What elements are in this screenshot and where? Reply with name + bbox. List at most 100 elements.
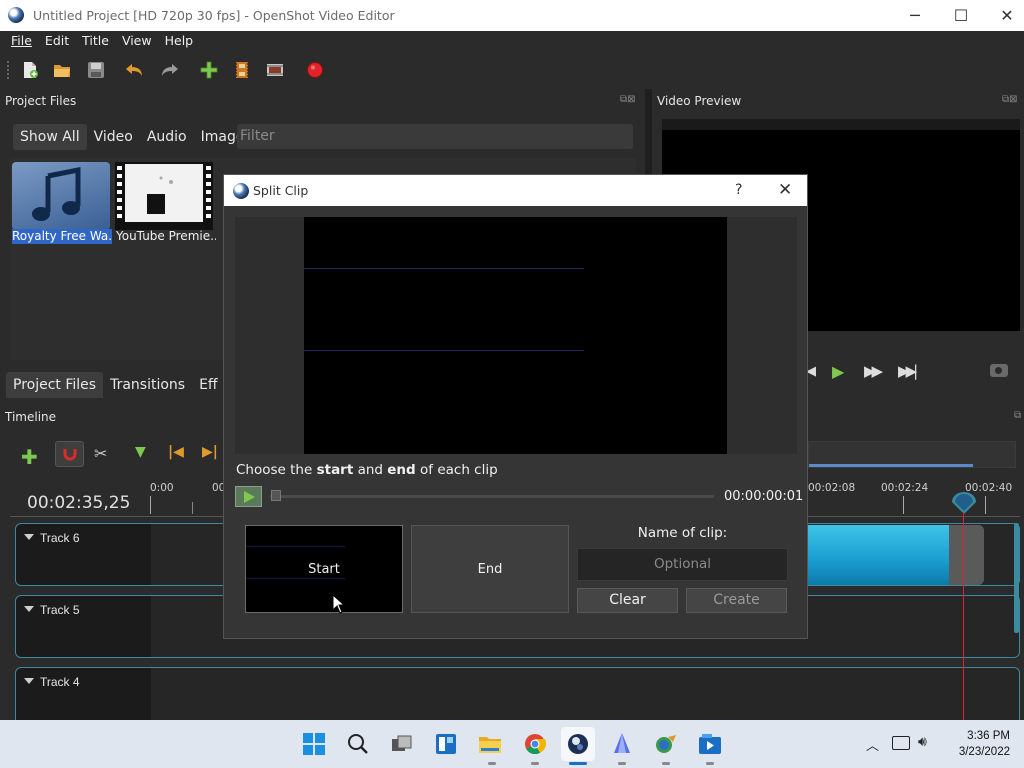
- clip-name-input[interactable]: Optional: [577, 548, 788, 581]
- clip-name-label: Name of clip:: [637, 525, 728, 541]
- window-title: Untitled Project [HD 720p 30 fps] - Open…: [33, 8, 395, 23]
- volume-icon[interactable]: 🔊︎: [918, 734, 927, 750]
- import-files-icon[interactable]: [199, 60, 219, 80]
- dialog-play-button[interactable]: [235, 486, 262, 507]
- file-filter-tabs: Show All Video Audio Image: [13, 124, 251, 150]
- app-icon[interactable]: [605, 727, 639, 761]
- menu-bar: File Edit Title View Help: [0, 31, 1024, 51]
- dialog-close-button[interactable]: ✕: [778, 180, 792, 200]
- file-name: Royalty Free Wa...: [12, 229, 112, 244]
- playhead-handle[interactable]: [951, 492, 977, 514]
- instruction-start-word: start: [316, 462, 354, 478]
- dialog-title: Split Clip: [253, 183, 309, 198]
- tab-effects[interactable]: Eff: [192, 372, 225, 398]
- menu-view[interactable]: View: [122, 31, 152, 51]
- chrome-icon[interactable]: [518, 727, 552, 761]
- menu-file[interactable]: File: [11, 31, 32, 51]
- app-icon[interactable]: [649, 727, 683, 761]
- track-collapse-icon[interactable]: [24, 534, 34, 540]
- close-button[interactable]: ✕: [984, 0, 1024, 31]
- minimize-button[interactable]: ─: [892, 0, 938, 31]
- timeline-title: Timeline: [5, 410, 57, 424]
- taskbar-clock[interactable]: 3:36 PM 3/23/2022: [940, 728, 1010, 760]
- add-track-icon[interactable]: ✚: [21, 445, 38, 469]
- openshot-taskbar-icon[interactable]: [561, 727, 595, 761]
- export-icon[interactable]: [305, 60, 325, 80]
- timeline-zoom-slider[interactable]: [808, 441, 1016, 468]
- timeline-vertical-scrollbar[interactable]: [1014, 523, 1019, 633]
- task-view-icon[interactable]: [385, 727, 419, 761]
- search-icon[interactable]: [341, 727, 375, 761]
- instruction-text: Choose the: [236, 462, 317, 478]
- fullscreen-icon[interactable]: [265, 60, 285, 80]
- help-button[interactable]: ?: [735, 182, 742, 198]
- file-thumbnail-audio[interactable]: [12, 162, 110, 230]
- split-preview-area: [235, 217, 797, 454]
- previous-marker-icon[interactable]: |◀: [168, 444, 184, 460]
- dock-tabs: Project Files Transitions Eff: [0, 372, 225, 398]
- panel-float-icon[interactable]: ⧉: [1014, 410, 1021, 421]
- play-icon: [243, 490, 255, 503]
- track-name: Track 4: [40, 675, 80, 689]
- clip-position-slider[interactable]: [270, 495, 714, 498]
- panel-float-icon[interactable]: ⧉⊠: [1002, 94, 1018, 105]
- camera-icon[interactable]: [990, 364, 1008, 377]
- play-icon[interactable]: ▶: [832, 362, 844, 381]
- new-project-icon[interactable]: [20, 60, 40, 80]
- clear-button[interactable]: Clear: [577, 588, 678, 613]
- save-project-icon[interactable]: [86, 60, 106, 80]
- magnet-icon: [63, 449, 76, 461]
- undo-icon[interactable]: [124, 60, 144, 80]
- tab-project-files[interactable]: Project Files: [6, 372, 104, 398]
- track-collapse-icon[interactable]: [24, 678, 34, 684]
- active-indicator: [569, 762, 587, 765]
- instruction-end-word: end: [387, 462, 416, 478]
- next-marker-icon[interactable]: ▶|: [202, 444, 218, 460]
- file-explorer-icon[interactable]: [473, 727, 507, 761]
- show-hidden-icons-icon[interactable]: ︿: [866, 735, 879, 754]
- window-title-bar: Untitled Project [HD 720p 30 fps] - Open…: [0, 0, 1024, 31]
- file-thumbnail-video[interactable]: [115, 162, 213, 230]
- running-indicator: [488, 762, 496, 765]
- widgets-icon[interactable]: [429, 727, 463, 761]
- running-indicator: [618, 762, 626, 765]
- jump-end-icon[interactable]: ▶▶|: [898, 362, 918, 380]
- filter-input[interactable]: Filter: [237, 124, 633, 149]
- running-indicator: [531, 762, 539, 765]
- panel-float-icon[interactable]: ⧉⊠: [620, 94, 636, 105]
- tab-show-all[interactable]: Show All: [13, 124, 87, 150]
- app-icon[interactable]: [693, 727, 727, 761]
- timeline-clip[interactable]: [808, 525, 984, 585]
- slider-handle[interactable]: [271, 490, 281, 501]
- create-button[interactable]: Create: [686, 588, 787, 613]
- start-button[interactable]: Start: [245, 525, 403, 613]
- ruler-tick: [903, 496, 904, 514]
- windows-start-icon[interactable]: [297, 727, 331, 761]
- track-header: [16, 596, 151, 657]
- fast-forward-icon[interactable]: ▶▶: [864, 362, 883, 380]
- ruler-label: 00:02:08: [808, 482, 856, 494]
- snapping-toggle[interactable]: [55, 441, 84, 467]
- menu-edit[interactable]: Edit: [45, 31, 69, 51]
- track-name: Track 5: [40, 603, 80, 617]
- add-marker-icon[interactable]: ▼: [135, 444, 146, 460]
- dialog-current-time: 00:00:00:01: [724, 489, 804, 504]
- profile-icon[interactable]: [232, 60, 252, 80]
- tab-transitions[interactable]: Transitions: [103, 372, 192, 398]
- end-button[interactable]: End: [411, 525, 569, 613]
- menu-title[interactable]: Title: [82, 31, 109, 51]
- menu-help[interactable]: Help: [165, 31, 194, 51]
- tab-audio[interactable]: Audio: [140, 124, 194, 150]
- track-row[interactable]: Track 4: [15, 667, 1020, 729]
- maximize-button[interactable]: ☐: [938, 0, 984, 31]
- tab-video[interactable]: Video: [87, 124, 140, 150]
- open-project-icon[interactable]: [52, 60, 72, 80]
- toolbar-grip: [7, 61, 10, 79]
- redo-icon[interactable]: [160, 60, 180, 80]
- track-collapse-icon[interactable]: [24, 606, 34, 612]
- running-indicator: [662, 762, 670, 765]
- razor-icon[interactable]: ✂: [94, 444, 107, 463]
- main-toolbar: [0, 51, 1024, 89]
- split-instructions: Choose the start and end of each clip: [236, 462, 498, 478]
- network-icon[interactable]: [892, 736, 910, 750]
